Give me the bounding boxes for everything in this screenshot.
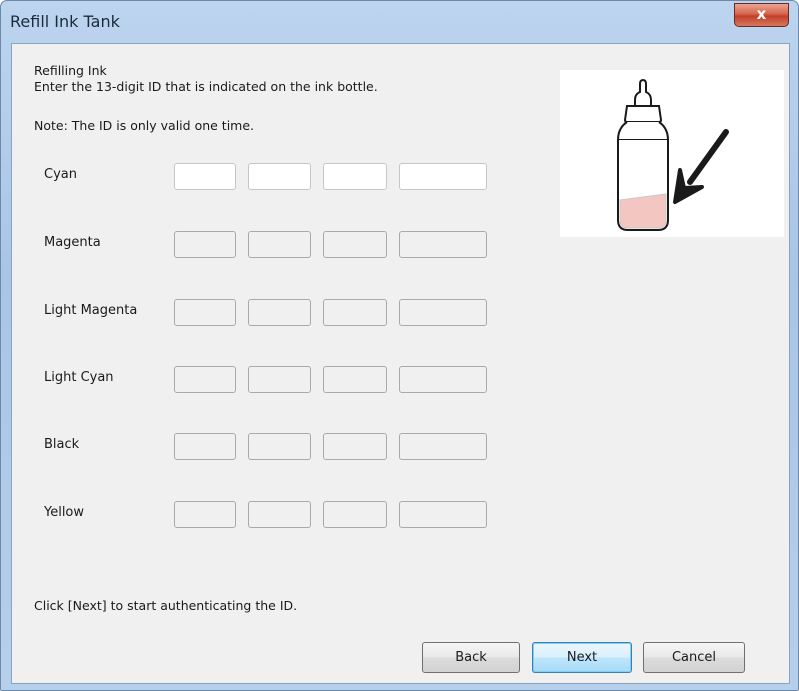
id-field-4[interactable]: [399, 501, 487, 528]
row-label: Yellow: [44, 505, 85, 520]
id-field-4[interactable]: [399, 231, 487, 258]
id-field-2[interactable]: [248, 299, 311, 326]
row-label: Black: [44, 437, 80, 452]
dialog-content: Refilling Ink Enter the 13-digit ID that…: [11, 43, 790, 684]
id-field-2[interactable]: [248, 433, 311, 460]
note-text: Note: The ID is only valid one time.: [34, 118, 255, 133]
id-field-4[interactable]: [399, 366, 487, 393]
row-label: Magenta: [44, 235, 101, 250]
id-field-1[interactable]: [174, 163, 236, 190]
title-bar: Refill Ink Tank x: [1, 1, 798, 43]
ink-bottle-illustration: [560, 70, 784, 237]
cancel-button-label: Cancel: [671, 650, 717, 665]
back-button[interactable]: Back: [422, 642, 520, 673]
ink-level: [619, 193, 667, 229]
id-field-3[interactable]: [323, 163, 387, 190]
id-field-4[interactable]: [399, 163, 487, 190]
id-field-3[interactable]: [323, 366, 387, 393]
back-button-label: Back: [455, 650, 487, 665]
id-field-1[interactable]: [174, 433, 236, 460]
id-field-4[interactable]: [399, 433, 487, 460]
next-button-label: Next: [566, 650, 598, 665]
id-field-3[interactable]: [323, 501, 387, 528]
row-label: Cyan: [44, 167, 77, 182]
footer-text: Click [Next] to start authenticating the…: [34, 598, 298, 613]
id-field-1[interactable]: [174, 501, 236, 528]
id-field-3[interactable]: [323, 299, 387, 326]
refill-ink-tank-dialog: Refill Ink Tank x Refilling Ink Enter th…: [0, 0, 799, 691]
id-field-3[interactable]: [323, 433, 387, 460]
row-label: Light Cyan: [44, 370, 114, 385]
ink-bottle-icon: [616, 78, 729, 231]
id-field-2[interactable]: [248, 231, 311, 258]
row-label: Light Magenta: [44, 303, 138, 318]
instruction-text: Enter the 13-digit ID that is indicated …: [34, 79, 378, 94]
id-field-2[interactable]: [248, 163, 311, 190]
close-button[interactable]: x: [734, 3, 789, 27]
cancel-button[interactable]: Cancel: [643, 642, 745, 673]
id-field-4[interactable]: [399, 299, 487, 326]
next-button[interactable]: Next: [532, 642, 632, 673]
window-title: Refill Ink Tank: [10, 12, 120, 31]
id-field-1[interactable]: [174, 231, 236, 258]
id-field-1[interactable]: [174, 366, 236, 393]
id-field-2[interactable]: [248, 366, 311, 393]
heading: Refilling Ink: [34, 63, 107, 78]
id-field-3[interactable]: [323, 231, 387, 258]
id-field-1[interactable]: [174, 299, 236, 326]
close-icon: x: [756, 5, 767, 23]
id-field-2[interactable]: [248, 501, 311, 528]
